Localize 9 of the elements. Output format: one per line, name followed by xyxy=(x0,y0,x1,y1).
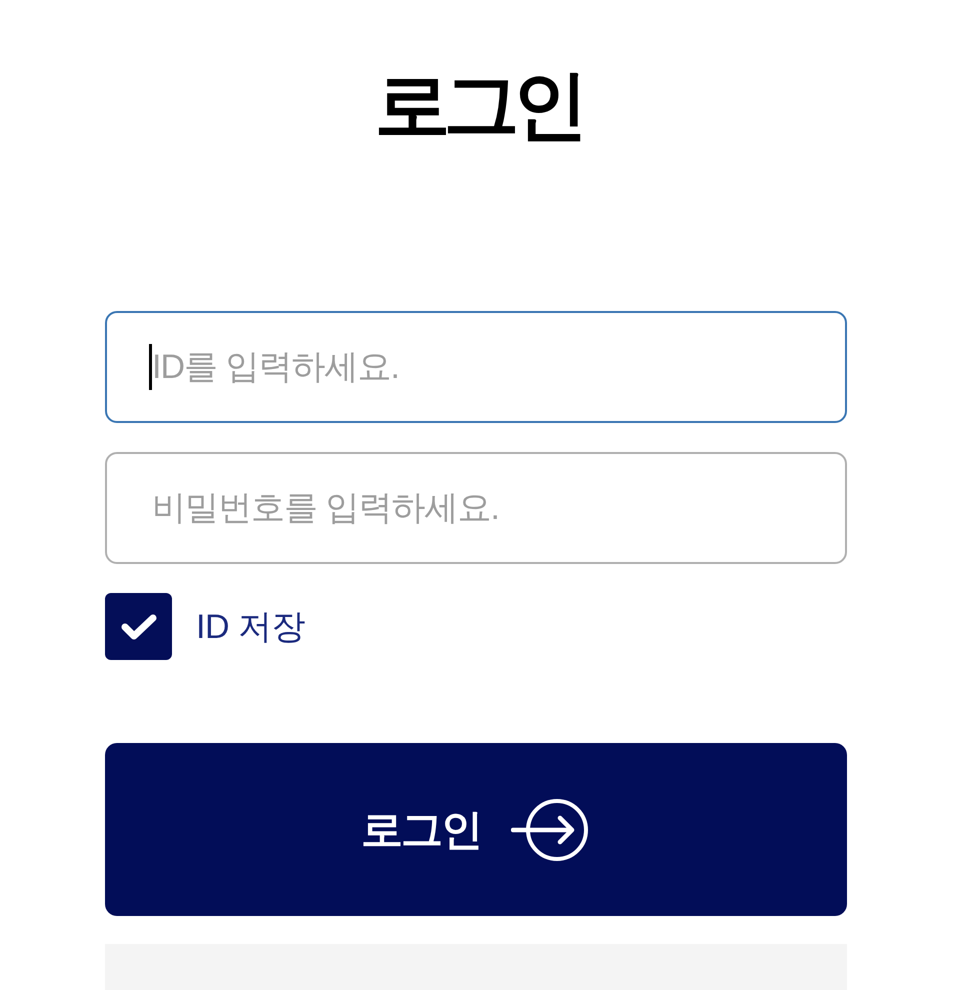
remember-id-label[interactable]: ID 저장 xyxy=(196,610,305,644)
text-cursor-icon xyxy=(149,344,152,390)
login-button[interactable]: 로그인 xyxy=(105,743,847,916)
id-field[interactable]: ID를 입력하세요. xyxy=(105,311,847,423)
password-field[interactable]: 비밀번호를 입력하세요. xyxy=(105,452,847,564)
remember-id-checkbox[interactable] xyxy=(105,593,172,660)
checkmark-icon xyxy=(120,612,156,640)
page-title: 로그인 xyxy=(374,68,582,144)
login-arrow-icon xyxy=(511,798,591,862)
